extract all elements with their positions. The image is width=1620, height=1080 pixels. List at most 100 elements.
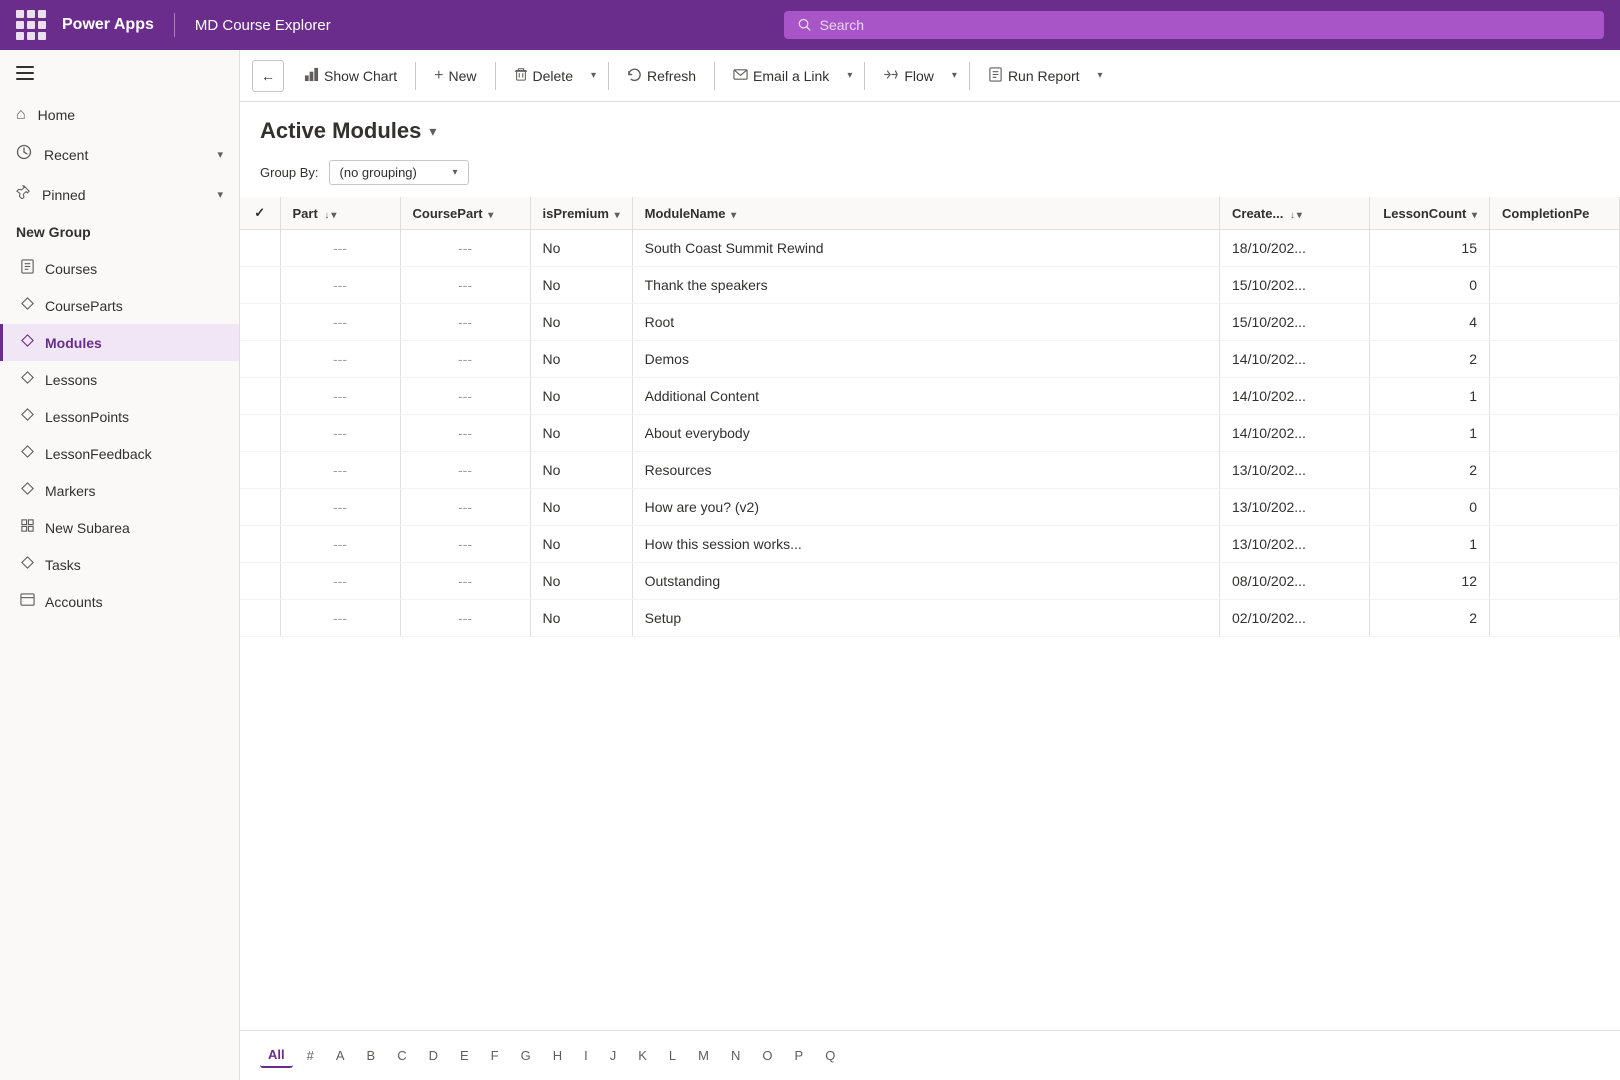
sidebar-item-courseparts[interactable]: CourseParts — [0, 287, 239, 324]
pagination-letter-j[interactable]: J — [602, 1044, 625, 1067]
cell-created: 02/10/202... — [1220, 600, 1370, 637]
sidebar-item-newsubarea[interactable]: New Subarea — [0, 509, 239, 546]
col-coursepart[interactable]: CoursePart ▾ — [400, 197, 530, 230]
pagination-letter-m[interactable]: M — [690, 1044, 717, 1067]
pagination-letter-f[interactable]: F — [483, 1044, 507, 1067]
table-row[interactable]: --- --- No Additional Content 14/10/202.… — [240, 378, 1620, 415]
sidebar-item-lessonpoints[interactable]: LessonPoints — [0, 398, 239, 435]
table-row[interactable]: --- --- No Root 15/10/202... 4 — [240, 304, 1620, 341]
sidebar-item-home[interactable]: ⌂ Home — [0, 96, 239, 134]
pagination-letter-#[interactable]: # — [299, 1044, 322, 1067]
col-completionpe[interactable]: CompletionPe — [1490, 197, 1620, 230]
sidebar-item-pinned-label: Pinned — [42, 187, 86, 203]
cell-modulename[interactable]: Root — [632, 304, 1219, 341]
sidebar-item-modules[interactable]: Modules — [0, 324, 239, 361]
table-row[interactable]: --- --- No About everybody 14/10/202... … — [240, 415, 1620, 452]
sidebar-item-pinned[interactable]: Pinned ▾ — [0, 175, 239, 214]
cell-coursepart: --- — [400, 415, 530, 452]
cell-modulename[interactable]: Outstanding — [632, 563, 1219, 600]
cell-lessoncount: 4 — [1370, 304, 1490, 341]
col-created[interactable]: Create... ↓▾ — [1220, 197, 1370, 230]
search-bar[interactable] — [784, 11, 1604, 39]
cell-coursepart: --- — [400, 489, 530, 526]
refresh-button[interactable]: Refresh — [617, 61, 706, 91]
pagination-letter-p[interactable]: P — [787, 1044, 812, 1067]
pagination-letter-d[interactable]: D — [421, 1044, 446, 1067]
sidebar-item-tasks[interactable]: Tasks — [0, 546, 239, 583]
pagination-letter-c[interactable]: C — [389, 1044, 414, 1067]
cell-modulename[interactable]: South Coast Summit Rewind — [632, 230, 1219, 267]
pagination-letter-a[interactable]: A — [328, 1044, 353, 1067]
pagination-letter-h[interactable]: H — [545, 1044, 570, 1067]
back-button[interactable]: ← — [252, 60, 284, 92]
table-row[interactable]: --- --- No Thank the speakers 15/10/202.… — [240, 267, 1620, 304]
pagination-letter-b[interactable]: B — [359, 1044, 384, 1067]
col-part[interactable]: Part ↓▾ — [280, 197, 400, 230]
groupby-select[interactable]: (no grouping) ▾ — [329, 160, 469, 185]
cell-coursepart: --- — [400, 526, 530, 563]
flow-button[interactable]: Flow — [873, 61, 944, 91]
lessons-icon — [20, 370, 35, 389]
groupby-row: Group By: (no grouping) ▾ — [240, 152, 1620, 197]
show-chart-button[interactable]: Show Chart — [294, 61, 407, 91]
search-input[interactable] — [820, 17, 1590, 33]
sidebar-item-accounts[interactable]: Accounts — [0, 583, 239, 620]
pagination-letter-o[interactable]: O — [754, 1044, 780, 1067]
sidebar-item-recent[interactable]: Recent ▾ — [0, 134, 239, 175]
cell-modulename[interactable]: About everybody — [632, 415, 1219, 452]
sidebar: ⌂ Home Recent ▾ Pinned ▾ New Group Cours… — [0, 50, 240, 1080]
pagination-letter-i[interactable]: I — [576, 1044, 596, 1067]
col-modulename[interactable]: ModuleName ▾ — [632, 197, 1219, 230]
run-report-chevron-icon[interactable]: ▾ — [1094, 64, 1107, 87]
email-chevron-icon[interactable]: ▾ — [843, 64, 856, 87]
page-title-chevron-icon[interactable]: ▾ — [429, 123, 436, 140]
cell-modulename[interactable]: How are you? (v2) — [632, 489, 1219, 526]
app-grid-icon[interactable] — [16, 10, 46, 40]
delete-button[interactable]: Delete — [504, 61, 583, 90]
col-ispremium[interactable]: isPremium ▾ — [530, 197, 632, 230]
table-row[interactable]: --- --- No Resources 13/10/202... 2 — [240, 452, 1620, 489]
cell-created: 15/10/202... — [1220, 304, 1370, 341]
pagination-letter-k[interactable]: K — [630, 1044, 655, 1067]
pagination-letter-all[interactable]: All — [260, 1043, 293, 1068]
flow-chevron-icon[interactable]: ▾ — [948, 64, 961, 87]
table-row[interactable]: --- --- No Setup 02/10/202... 2 — [240, 600, 1620, 637]
new-button[interactable]: + New — [424, 61, 486, 91]
cell-modulename[interactable]: Setup — [632, 600, 1219, 637]
cell-check — [240, 378, 280, 415]
pagination-letter-e[interactable]: E — [452, 1044, 477, 1067]
delete-chevron-icon[interactable]: ▾ — [587, 64, 600, 87]
email-link-button[interactable]: Email a Link — [723, 61, 839, 91]
cell-lessoncount: 2 — [1370, 600, 1490, 637]
sidebar-item-lessonfeedback[interactable]: LessonFeedback — [0, 435, 239, 472]
cell-coursepart: --- — [400, 230, 530, 267]
pagination-letter-n[interactable]: N — [723, 1044, 748, 1067]
table-row[interactable]: --- --- No South Coast Summit Rewind 18/… — [240, 230, 1620, 267]
cell-modulename[interactable]: Resources — [632, 452, 1219, 489]
sidebar-toggle[interactable] — [0, 50, 239, 96]
cell-modulename[interactable]: Thank the speakers — [632, 267, 1219, 304]
sidebar-item-lessonpoints-label: LessonPoints — [45, 409, 129, 425]
sidebar-item-lessons[interactable]: Lessons — [0, 361, 239, 398]
cell-modulename[interactable]: Demos — [632, 341, 1219, 378]
table-row[interactable]: --- --- No How are you? (v2) 13/10/202..… — [240, 489, 1620, 526]
table-row[interactable]: --- --- No Outstanding 08/10/202... 12 — [240, 563, 1620, 600]
table-row[interactable]: --- --- No How this session works... 13/… — [240, 526, 1620, 563]
pagination-letter-l[interactable]: L — [661, 1044, 684, 1067]
pagination-letter-q[interactable]: Q — [817, 1044, 843, 1067]
sidebar-item-markers[interactable]: Markers — [0, 472, 239, 509]
run-report-button[interactable]: Run Report — [978, 61, 1090, 91]
table-row[interactable]: --- --- No Demos 14/10/202... 2 — [240, 341, 1620, 378]
cell-created: 18/10/202... — [1220, 230, 1370, 267]
cell-modulename[interactable]: How this session works... — [632, 526, 1219, 563]
sidebar-item-lessonfeedback-label: LessonFeedback — [45, 446, 152, 462]
cell-coursepart: --- — [400, 341, 530, 378]
pagination-letter-g[interactable]: G — [513, 1044, 539, 1067]
col-lessoncount[interactable]: LessonCount ▾ — [1370, 197, 1490, 230]
toolbar: ← Show Chart + New Delete ▾ — [240, 50, 1620, 102]
col-check[interactable]: ✓ — [240, 197, 280, 230]
sidebar-item-courses[interactable]: Courses — [0, 250, 239, 287]
cell-ispremium: No — [530, 304, 632, 341]
page-title: Active Modules — [260, 118, 421, 144]
cell-modulename[interactable]: Additional Content — [632, 378, 1219, 415]
